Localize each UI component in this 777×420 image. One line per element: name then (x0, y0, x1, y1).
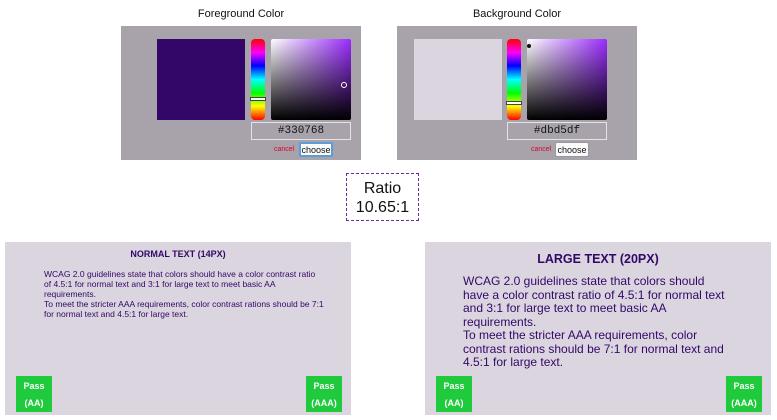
normal-aaa-level-label: (AAA) (311, 398, 337, 408)
normal-text-body: WCAG 2.0 guidelines state that colors sh… (44, 269, 324, 319)
large-aaa-level-label: (AAA) (731, 398, 757, 408)
foreground-hex-input[interactable] (251, 122, 351, 140)
ratio-value: 10.65:1 (355, 199, 410, 216)
large-text-sample: LARGE TEXT (20PX) WCAG 2.0 guidelines st… (425, 242, 771, 415)
large-aa-pass-badge: Pass (AA) (436, 376, 472, 412)
foreground-picker: cancel choose (121, 26, 361, 160)
large-text-heading: LARGE TEXT (20PX) (537, 252, 659, 266)
large-aa-level-label: (AA) (444, 398, 464, 408)
foreground-cancel-link[interactable]: cancel (274, 146, 294, 153)
large-aaa-pass-badge: Pass (AAA) (726, 376, 762, 412)
background-hue-slider[interactable] (506, 39, 522, 120)
foreground-hue-handle[interactable] (250, 97, 266, 101)
normal-aa-pass-badge: Pass (AA) (16, 376, 52, 412)
normal-text-heading: NORMAL TEXT (14PX) (130, 249, 226, 259)
ratio-label: Ratio (363, 180, 402, 197)
background-swatch (414, 39, 502, 120)
background-saturation-cursor[interactable] (527, 44, 531, 48)
normal-text-paragraph-2: To meet the stricter AAA requirements, c… (44, 299, 324, 319)
foreground-saturation-cursor[interactable] (341, 82, 347, 88)
background-picker: cancel choose (397, 26, 637, 160)
background-saturation-area[interactable] (527, 39, 607, 120)
foreground-saturation-area[interactable] (271, 39, 351, 120)
large-aaa-pass-label: Pass (733, 381, 755, 391)
foreground-hue-slider[interactable] (250, 39, 266, 120)
normal-aaa-pass-badge: Pass (AAA) (306, 376, 342, 412)
contrast-checker-page: Foreground Color cancel choose Backgroun… (0, 0, 777, 420)
background-hex-input[interactable] (507, 122, 607, 140)
normal-text-sample: NORMAL TEXT (14PX) WCAG 2.0 guidelines s… (5, 242, 351, 415)
foreground-title: Foreground Color (197, 8, 285, 20)
normal-aa-pass-label: Pass (23, 381, 45, 391)
background-cancel-link[interactable]: cancel (531, 146, 551, 153)
background-title: Background Color (472, 8, 562, 20)
background-choose-button[interactable]: choose (555, 142, 589, 157)
foreground-swatch (157, 39, 245, 120)
normal-text-paragraph-1: WCAG 2.0 guidelines state that colors sh… (44, 269, 316, 299)
normal-aaa-pass-label: Pass (313, 381, 335, 391)
large-text-paragraph-1: WCAG 2.0 guidelines state that colors sh… (463, 274, 725, 329)
ratio-display: Ratio 10.65:1 (346, 173, 419, 221)
normal-aa-level-label: (AA) (24, 398, 44, 408)
large-text-paragraph-2: To meet the stricter AAA requirements, c… (463, 328, 724, 369)
background-hue-handle[interactable] (506, 101, 522, 105)
large-text-body: WCAG 2.0 guidelines state that colors sh… (463, 274, 733, 370)
foreground-choose-button[interactable]: choose (299, 142, 333, 157)
large-aa-pass-label: Pass (443, 381, 465, 391)
